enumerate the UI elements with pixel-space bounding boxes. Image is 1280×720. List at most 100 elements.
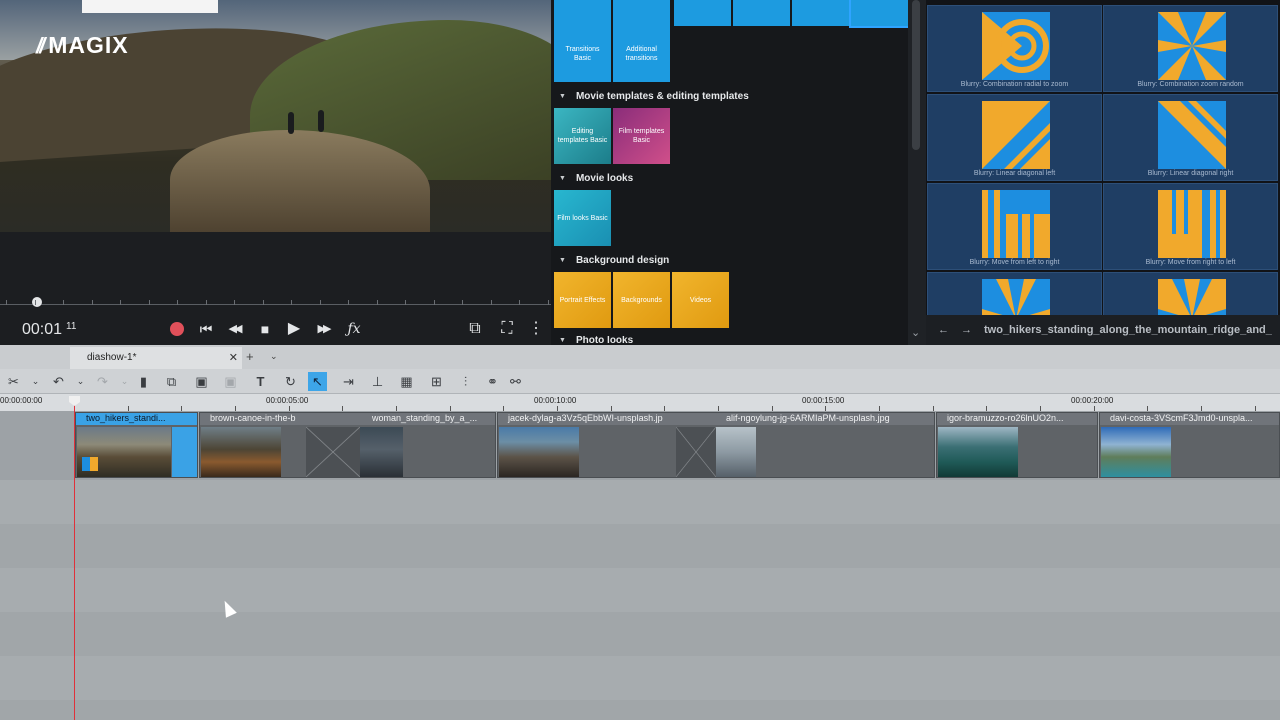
section-title: Movie looks (575, 173, 634, 184)
scroll-down-icon[interactable]: ⌄ (911, 326, 920, 339)
track-lane[interactable] (0, 700, 1280, 720)
section-title: Background design (575, 255, 670, 266)
timeline-clip[interactable]: brown-canoe-in-the-b woman_standing_by_a… (199, 412, 496, 478)
track-lane[interactable] (0, 524, 1280, 568)
crossfade-marker[interactable] (676, 427, 716, 477)
chevron-down-icon[interactable]: ⌄ (270, 351, 278, 362)
scrubber-tick (462, 300, 463, 305)
magix-app-window: // MAGIX 00:01 11 ⏮ ◀◀ ■ ▶ ▶▶ ƒx ⧉ ⛶ ⋮ Tr… (0, 0, 1280, 720)
tile-editing-templates[interactable]: Editing templates Basic (554, 108, 611, 164)
redo-icon[interactable]: ↷ (93, 372, 112, 391)
link-icon[interactable]: ⚭ (483, 372, 502, 391)
tile-transitions-basic[interactable]: Transitions Basic (554, 26, 611, 82)
undo-icon[interactable]: ↶ (49, 372, 68, 391)
section-background-design[interactable]: ▼ Background design (559, 255, 669, 266)
preview-scrubber[interactable] (0, 296, 551, 310)
tile-videos[interactable]: Videos (672, 272, 729, 328)
effect-item[interactable]: Blurry: Move from right to left (1103, 183, 1278, 270)
paste-special-icon[interactable]: ▣ (221, 372, 240, 391)
scrollbar-thumb[interactable] (912, 0, 920, 150)
rotate-icon[interactable]: ↻ (281, 372, 300, 391)
fx-icon[interactable]: ƒx (344, 320, 364, 338)
close-icon[interactable]: ✕ (229, 351, 238, 364)
media-tile[interactable] (674, 0, 731, 26)
media-tile-selected[interactable] (849, 0, 910, 28)
media-tile[interactable] (613, 0, 670, 26)
scrubber-tick (490, 300, 492, 305)
scrubber-tick (205, 300, 207, 305)
section-movie-looks[interactable]: ▼ Movie looks (559, 173, 633, 184)
media-tile[interactable] (792, 0, 849, 26)
split-icon[interactable]: ⊥ (368, 372, 387, 391)
clip-marker (82, 457, 90, 471)
back-arrow-icon[interactable]: ← (938, 324, 949, 336)
tile-portrait-effects[interactable]: Portrait Effects (554, 272, 611, 328)
text-icon[interactable]: T (251, 372, 270, 391)
edit-mode-icon[interactable]: ⇥ (339, 372, 358, 391)
track-lane[interactable] (0, 568, 1280, 612)
track-lane[interactable] (0, 656, 1280, 700)
unlink-icon[interactable]: ⚯ (506, 372, 525, 391)
tab-diashow[interactable]: diashow-1* ✕ (70, 347, 242, 369)
chevron-down-icon[interactable]: ⌄ (26, 372, 45, 391)
crossfade-marker[interactable] (306, 427, 360, 477)
timeline-clip[interactable]: davi-costa-3VScmF3Jmd0-unspla... (1099, 412, 1280, 478)
delete-icon[interactable]: ▮ (134, 372, 153, 391)
timeline-ruler[interactable]: 00:00:00:00 00:00:05:00 00:00:10:00 00:0… (0, 394, 1280, 411)
scrubber-tick (376, 300, 378, 305)
scrubber-knob[interactable] (32, 297, 42, 307)
chevron-down-icon[interactable]: ⌄ (115, 372, 134, 391)
cut-icon[interactable]: ✂ (4, 372, 23, 391)
effect-item[interactable]: Blurry: Combination zoom random (1103, 5, 1278, 92)
rewind-icon[interactable]: ◀◀ (224, 320, 244, 338)
scrubber-tick (120, 300, 121, 305)
media-tile[interactable] (554, 0, 611, 26)
section-movie-templates[interactable]: ▼ Movie templates & editing templates (559, 91, 749, 102)
effect-item[interactable]: Blurry: Combination radial to zoom (927, 5, 1102, 92)
group-icon[interactable]: ▦ (397, 372, 416, 391)
add-tab-icon[interactable]: + (246, 349, 254, 364)
effect-item[interactable]: Blurry: Move from left to right (927, 183, 1102, 270)
section-title: Photo looks (575, 336, 634, 345)
effect-preview-right-to-left (1158, 190, 1226, 258)
track-lane[interactable] (0, 480, 1280, 524)
effect-item[interactable]: Blurry: Linear diagonal right (1103, 94, 1278, 181)
transition-effects-panel: Blurry: Combination radial to zoom Blurr… (926, 0, 1280, 359)
play-icon[interactable]: ▶ (284, 320, 304, 338)
mixer-icon[interactable]: ⫶ (456, 372, 475, 391)
media-tile[interactable] (733, 0, 790, 26)
tile-additional-transitions[interactable]: Additional transitions (613, 26, 670, 82)
tile-film-templates[interactable]: Film templates Basic (613, 108, 670, 164)
clip-transition-handle[interactable] (172, 427, 197, 477)
media-pool-scrollbar[interactable]: ⌄ (908, 0, 926, 345)
ruler-label: 00:00:00:00 (0, 396, 43, 405)
copy-icon[interactable]: ⧉ (162, 372, 181, 391)
scrubber-tick (348, 300, 349, 305)
timeline-clip[interactable]: jacek-dylag-a3Vz5qEbbWI-unsplash.jp alif… (497, 412, 935, 478)
paste-icon[interactable]: ▣ (192, 372, 211, 391)
forward-arrow-icon[interactable]: → (961, 324, 972, 336)
fast-forward-icon[interactable]: ▶▶ (313, 320, 333, 338)
playhead-line[interactable] (74, 404, 75, 720)
project-tab-bar: diashow-1* ✕ + ⌄ (0, 345, 1280, 369)
scrubber-tick (63, 300, 64, 305)
pointer-icon[interactable]: ↖ (308, 372, 327, 391)
tile-film-looks[interactable]: Film looks Basic (554, 190, 611, 246)
empty-track-lanes[interactable] (0, 480, 1280, 720)
stop-icon[interactable]: ■ (255, 320, 275, 338)
record-icon[interactable] (170, 322, 184, 336)
tile-backgrounds[interactable]: Backgrounds (613, 272, 670, 328)
chevron-down-icon[interactable]: ⌄ (71, 372, 90, 391)
collapse-triangle-icon: ▼ (559, 257, 566, 264)
ungroup-icon[interactable]: ⊞ (427, 372, 446, 391)
cast-icon[interactable]: ⧉ (465, 320, 485, 338)
fullscreen-icon[interactable]: ⛶ (497, 320, 517, 338)
timeline-clip[interactable]: igor-bramuzzo-ro26lnUO2n... (936, 412, 1098, 478)
collapse-triangle-icon: ▼ (559, 175, 566, 182)
skip-start-icon[interactable]: ⏮ (196, 320, 216, 338)
track-lane[interactable] (0, 612, 1280, 656)
effect-item[interactable]: Blurry: Linear diagonal left (927, 94, 1102, 181)
section-photo-looks[interactable]: ▼ Photo looks (559, 336, 633, 345)
more-vertical-icon[interactable]: ⋮ (526, 320, 546, 338)
timeline-clip[interactable]: two_hikers_standi... (75, 412, 198, 478)
